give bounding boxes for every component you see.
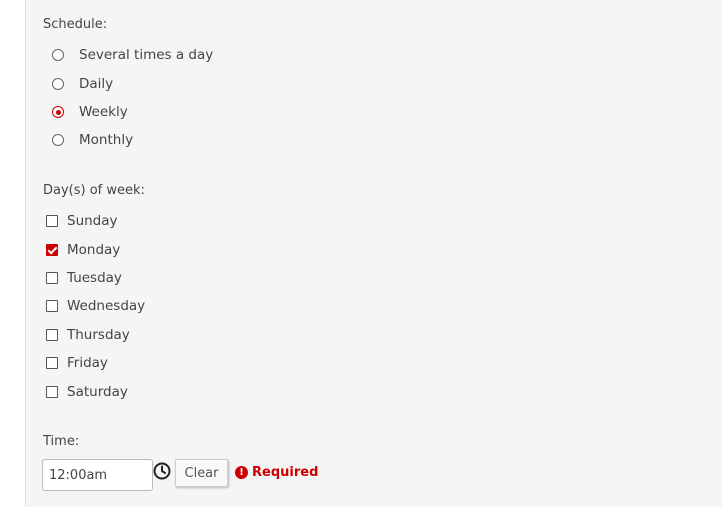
day-option-label: Saturday (67, 384, 128, 400)
day-option-sunday[interactable]: Sunday (46, 213, 118, 229)
day-option-label: Thursday (67, 327, 130, 343)
day-option-tuesday[interactable]: Tuesday (46, 270, 122, 286)
schedule-option-several-times-a-day[interactable]: Several times a day (52, 47, 213, 63)
day-option-label: Friday (67, 355, 108, 371)
days-of-week-label: Day(s) of week: (43, 183, 145, 198)
exclamation-circle-icon: ! (235, 466, 248, 479)
checkbox[interactable] (46, 386, 58, 398)
schedule-option-weekly[interactable]: Weekly (52, 104, 128, 120)
checkbox[interactable] (46, 300, 58, 312)
day-option-monday[interactable]: Monday (46, 242, 120, 258)
time-input[interactable] (42, 459, 153, 491)
day-option-label: Sunday (67, 213, 118, 229)
day-option-thursday[interactable]: Thursday (46, 327, 130, 343)
checkbox[interactable] (46, 329, 58, 341)
clear-button[interactable]: Clear (175, 459, 228, 487)
day-option-label: Wednesday (67, 298, 146, 314)
schedule-label: Schedule: (43, 17, 108, 32)
day-option-wednesday[interactable]: Wednesday (46, 298, 145, 314)
radio-button[interactable] (52, 134, 64, 146)
checkbox[interactable] (46, 215, 58, 227)
schedule-option-label: Daily (79, 76, 114, 92)
day-option-friday[interactable]: Friday (46, 355, 108, 371)
required-message: ! Required (235, 465, 318, 480)
schedule-option-label: Several times a day (79, 47, 214, 63)
schedule-panel: Schedule: Several times a day Daily Week… (25, 0, 722, 507)
radio-button-selected[interactable] (52, 106, 64, 118)
clock-icon[interactable] (153, 462, 171, 480)
radio-button[interactable] (52, 78, 64, 90)
time-label: Time: (43, 434, 80, 449)
schedule-option-label: Weekly (79, 104, 128, 120)
checkbox-checked[interactable] (46, 244, 58, 256)
schedule-option-daily[interactable]: Daily (52, 76, 113, 92)
schedule-option-label: Monthly (79, 132, 134, 148)
checkbox[interactable] (46, 357, 58, 369)
required-text: Required (252, 465, 319, 480)
checkbox[interactable] (46, 272, 58, 284)
radio-button[interactable] (52, 49, 64, 61)
schedule-option-monthly[interactable]: Monthly (52, 132, 133, 148)
day-option-saturday[interactable]: Saturday (46, 384, 128, 400)
day-option-label: Monday (67, 242, 121, 258)
day-option-label: Tuesday (67, 270, 122, 286)
